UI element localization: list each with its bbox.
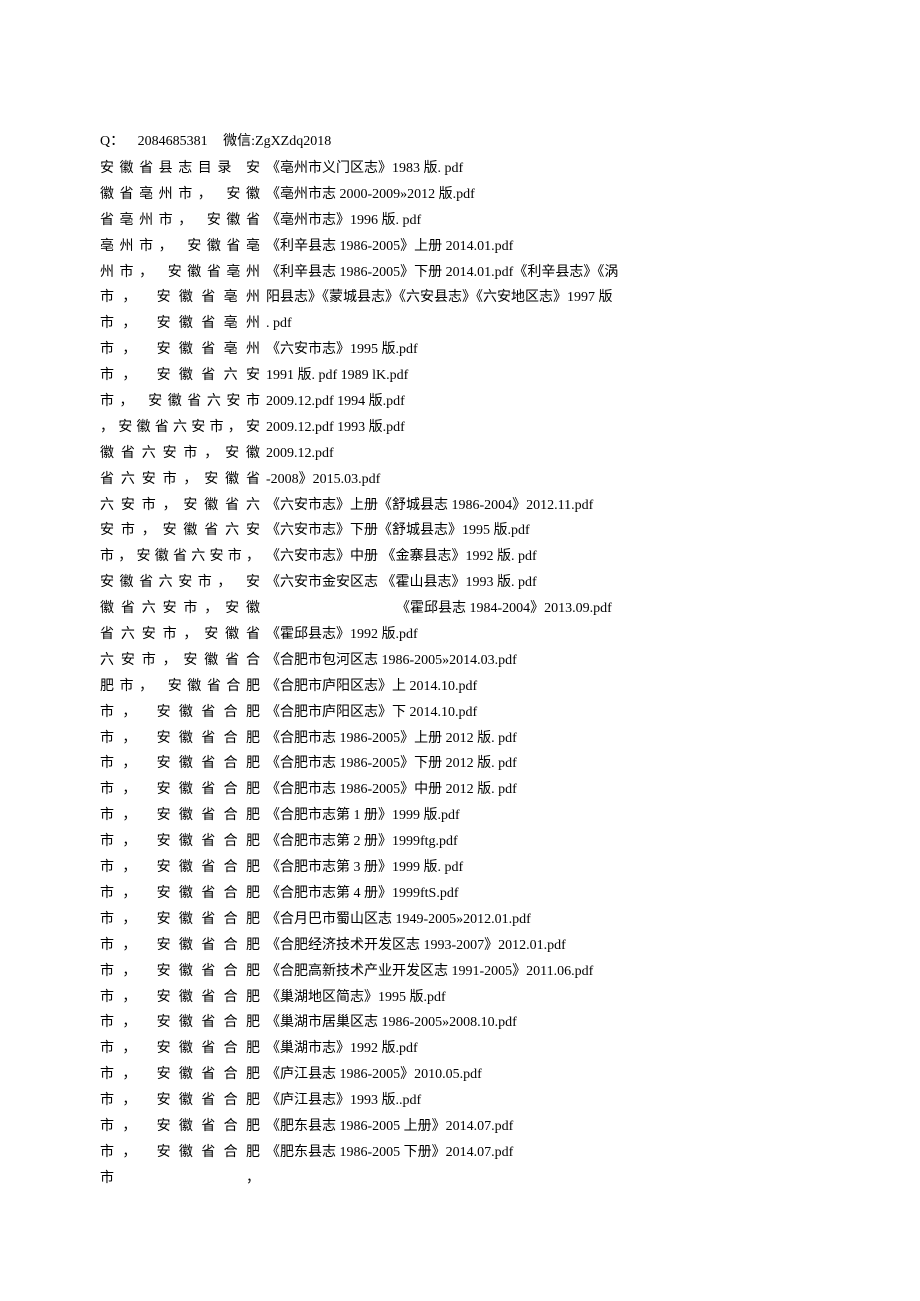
file-line: 《霍邱县志 1984-2004》2013.09.pdf: [266, 596, 820, 622]
left-line: 市， 安徽省六安: [100, 363, 260, 389]
file-line: 《亳州市志 2000-2009»2012 版.pdf: [266, 182, 820, 208]
file-line: . pdf: [266, 311, 820, 337]
left-line: 市， 安徽省合肥: [100, 933, 260, 959]
file-line: -2008》2015.03.pdf: [266, 467, 820, 493]
left-column: 安徽省县志目录 安 徽省亳州市， 安徽 省亳州市， 安徽省 亳州市， 安徽省亳 …: [100, 156, 260, 1192]
file-line: 2009.12.pdf 1994 版.pdf: [266, 389, 820, 415]
file-line: 《合肥市志 1986-2005》上册 2012 版. pdf: [266, 726, 820, 752]
left-line: 安市，安徽省六安: [100, 518, 260, 544]
left-line: ，安徽省六安市，安: [100, 415, 260, 441]
left-line: 亳州市， 安徽省亳: [100, 234, 260, 260]
file-line: 《六安市志》上册《舒城县志 1986-2004》2012.11.pdf: [266, 493, 820, 519]
left-line: 肥市， 安徽省合肥: [100, 674, 260, 700]
file-line: 《霍邱县志》1992 版.pdf: [266, 622, 820, 648]
file-line: 《合肥市包河区志 1986-2005»2014.03.pdf: [266, 648, 820, 674]
left-line: 市， 安徽省合肥: [100, 751, 260, 777]
file-line: 《合肥市志第 2 册》1999ftg.pdf: [266, 829, 820, 855]
left-line: 安徽省县志目录 安: [100, 156, 260, 182]
file-line: 《巢湖市居巢区志 1986-2005»2008.10.pdf: [266, 1010, 820, 1036]
q-value: 2084685381: [138, 134, 208, 149]
left-line: 市， 安徽省合肥: [100, 959, 260, 985]
file-line: 《巢湖市志》1992 版.pdf: [266, 1036, 820, 1062]
left-line: 市， 安徽省合肥: [100, 829, 260, 855]
file-line: 《合肥市庐阳区志》下 2014.10.pdf: [266, 700, 820, 726]
file-line: 《六安市志》下册《舒城县志》1995 版.pdf: [266, 518, 820, 544]
left-line: 安徽省六安市， 安: [100, 570, 260, 596]
file-line: 《亳州市志》1996 版. pdf: [266, 208, 820, 234]
document-page: Q： 2084685381 微信:ZgXZdq2018 安徽省县志目录 安 徽省…: [0, 0, 920, 1252]
left-line: 市， 安徽省合肥: [100, 1062, 260, 1088]
left-line: 市， 安徽省合肥: [100, 881, 260, 907]
left-line: 市， 安徽省亳州: [100, 337, 260, 363]
file-line: 2009.12.pdf 1993 版.pdf: [266, 415, 820, 441]
header-line: Q： 2084685381 微信:ZgXZdq2018: [100, 130, 820, 150]
file-line: 阳县志》《蒙城县志》《六安县志》《六安地区志》1997 版: [266, 285, 820, 311]
file-line: 《合肥市志第 1 册》1999 版.pdf: [266, 803, 820, 829]
left-line: 市， 安徽省合肥: [100, 803, 260, 829]
file-line: 《六安市志》中册 《金寨县志》1992 版. pdf: [266, 544, 820, 570]
left-line: 徽省六安市，安徽: [100, 596, 260, 622]
left-line: 市， 安徽省合肥: [100, 985, 260, 1011]
left-line: 市， 安徽省合肥: [100, 1036, 260, 1062]
left-line: 市，安徽省六安市，: [100, 544, 260, 570]
left-line: 徽省六安市，安徽: [100, 441, 260, 467]
file-line: 《合肥市庐阳区志》上 2014.10.pdf: [266, 674, 820, 700]
left-line: 市，: [100, 1166, 260, 1192]
right-column: 《亳州市义门区志》1983 版. pdf 《亳州市志 2000-2009»201…: [260, 156, 820, 1166]
file-line: 《庐江县志 1986-2005》2010.05.pdf: [266, 1062, 820, 1088]
file-line: 《合肥市志 1986-2005》下册 2012 版. pdf: [266, 751, 820, 777]
file-line: 《巢湖地区简志》1995 版.pdf: [266, 985, 820, 1011]
left-line: 省六安市，安徽省: [100, 467, 260, 493]
file-line: 《合肥市志第 3 册》1999 版. pdf: [266, 855, 820, 881]
file-line: 1991 版. pdf 1989 lK.pdf: [266, 363, 820, 389]
left-line: 省六安市，安徽省: [100, 622, 260, 648]
file-line: 《庐江县志》1993 版..pdf: [266, 1088, 820, 1114]
left-line: 市， 安徽省亳州: [100, 285, 260, 311]
wx-value: ZgXZdq2018: [255, 134, 331, 149]
left-line: 市， 安徽省合肥: [100, 1140, 260, 1166]
file-line: 《利辛县志 1986-2005》上册 2014.01.pdf: [266, 234, 820, 260]
left-line: 六安市，安徽省合: [100, 648, 260, 674]
file-line: 《六安市志》1995 版.pdf: [266, 337, 820, 363]
content-columns: 安徽省县志目录 安 徽省亳州市， 安徽 省亳州市， 安徽省 亳州市， 安徽省亳 …: [100, 156, 820, 1192]
file-line: 《合肥市志 1986-2005》中册 2012 版. pdf: [266, 777, 820, 803]
left-line: 市， 安徽省合肥: [100, 855, 260, 881]
left-line: 市， 安徽省合肥: [100, 1114, 260, 1140]
left-line: 徽省亳州市， 安徽: [100, 182, 260, 208]
file-line: 《利辛县志 1986-2005》下册 2014.01.pdf《利辛县志》《涡: [266, 260, 820, 286]
file-line: 2009.12.pdf: [266, 441, 820, 467]
left-line: 市， 安徽省合肥: [100, 1088, 260, 1114]
left-line: 市， 安徽省合肥: [100, 907, 260, 933]
file-line: 《亳州市义门区志》1983 版. pdf: [266, 156, 820, 182]
q-label: Q：: [100, 134, 124, 149]
file-line: 《合肥经济技术开发区志 1993-2007》2012.01.pdf: [266, 933, 820, 959]
left-line: 市， 安徽省合肥: [100, 777, 260, 803]
file-line: 《肥东县志 1986-2005 上册》2014.07.pdf: [266, 1114, 820, 1140]
left-line: 州市， 安徽省亳州: [100, 260, 260, 286]
left-line: 市， 安徽省合肥: [100, 1010, 260, 1036]
left-line: 省亳州市， 安徽省: [100, 208, 260, 234]
left-line: 六安市，安徽省六: [100, 493, 260, 519]
left-line: 市， 安徽省亳州: [100, 311, 260, 337]
left-line: 市， 安徽省六安市: [100, 389, 260, 415]
left-line: 市， 安徽省合肥: [100, 726, 260, 752]
file-line: 《合肥市志第 4 册》1999ftS.pdf: [266, 881, 820, 907]
file-line: 《合月巴市蜀山区志 1949-2005»2012.01.pdf: [266, 907, 820, 933]
wx-label: 微信:: [223, 134, 255, 149]
file-line: 《合肥高新技术产业开发区志 1991-2005》2011.06.pdf: [266, 959, 820, 985]
file-line: 《肥东县志 1986-2005 下册》2014.07.pdf: [266, 1140, 820, 1166]
file-line: 《六安市金安区志 《霍山县志》1993 版. pdf: [266, 570, 820, 596]
left-line: 市， 安徽省合肥: [100, 700, 260, 726]
